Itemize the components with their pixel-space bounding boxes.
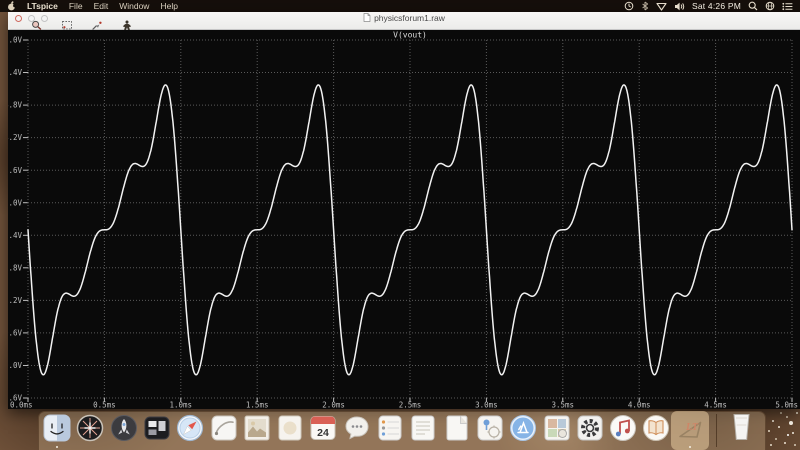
starburst-app-icon [75,413,105,443]
menu-help[interactable]: Help [160,0,177,12]
dock-indicator-ltspice [689,446,691,448]
apple-menu-icon[interactable] [7,1,16,11]
dock-icon-messages[interactable] [342,413,372,443]
dock-icon-mission-control[interactable] [142,413,172,443]
calendar-icon: 24 [308,413,338,443]
dock-icon-mail[interactable] [242,413,272,443]
photos-icon [542,413,572,443]
menu-window[interactable]: Window [119,0,149,12]
dock-icon-trash[interactable] [730,413,753,447]
menu-ltspice[interactable]: LTspice [27,0,58,12]
dock-icon-calendar[interactable]: 24 [308,413,338,443]
dock-icon-textedit[interactable] [408,413,438,443]
bluetooth-icon[interactable] [641,1,649,11]
clock-icon[interactable] [624,1,634,11]
music-icon [608,413,638,443]
dock-icon-reminders[interactable] [375,413,405,443]
svg-text:24: 24 [318,427,330,439]
dock-icon-findmy[interactable] [475,413,505,443]
dock-icon-photos[interactable] [542,413,572,443]
dock-icon-launchpad[interactable] [109,413,139,443]
spotlight-icon[interactable] [748,1,758,11]
launchpad-icon [109,413,139,443]
notification-list-icon[interactable] [782,2,793,11]
dock-icon-finder[interactable] [42,413,72,443]
wifi-icon[interactable] [656,2,667,11]
mail-icon [242,413,272,443]
dock-icon-appstore[interactable] [508,413,538,443]
finder-icon [42,413,72,443]
dock-icon-starburst-app[interactable] [75,413,105,443]
menu-bar: LTspice File Edit Window Help Sat 4:26 PM [0,0,800,12]
reminders-icon [375,413,405,443]
menu-clock[interactable]: Sat 4:26 PM [692,0,741,12]
preview-icon [209,413,239,443]
documents-icon [442,413,472,443]
dock-icon-safari[interactable] [175,413,205,443]
volume-icon[interactable] [674,2,685,11]
findmy-icon [475,413,505,443]
dock-indicator-finder [56,446,58,448]
notes-icon [275,413,305,443]
dock-icon-notes[interactable] [275,413,305,443]
appstore-icon [508,413,538,443]
mission-control-icon [142,413,172,443]
books-icon [641,413,671,443]
textedit-icon [408,413,438,443]
settings-icon [575,413,605,443]
menu-left: LTspice File Edit Window Help [7,0,178,12]
dock-icon-settings[interactable] [575,413,605,443]
dock-icon-preview[interactable] [209,413,239,443]
dock-active-highlight [671,411,709,450]
dock-icon-music[interactable] [608,413,638,443]
menu-file[interactable]: File [69,0,83,12]
safari-icon [175,413,205,443]
dock-icon-documents[interactable] [442,413,472,443]
messages-icon [342,413,372,443]
menu-status-area: Sat 4:26 PM [624,0,793,12]
trash-icon [730,413,753,442]
dock-divider [716,414,717,447]
menu-edit[interactable]: Edit [94,0,109,12]
globe-icon[interactable] [765,1,775,11]
dock: 24LT [0,0,800,450]
dock-icon-books[interactable] [641,413,671,443]
